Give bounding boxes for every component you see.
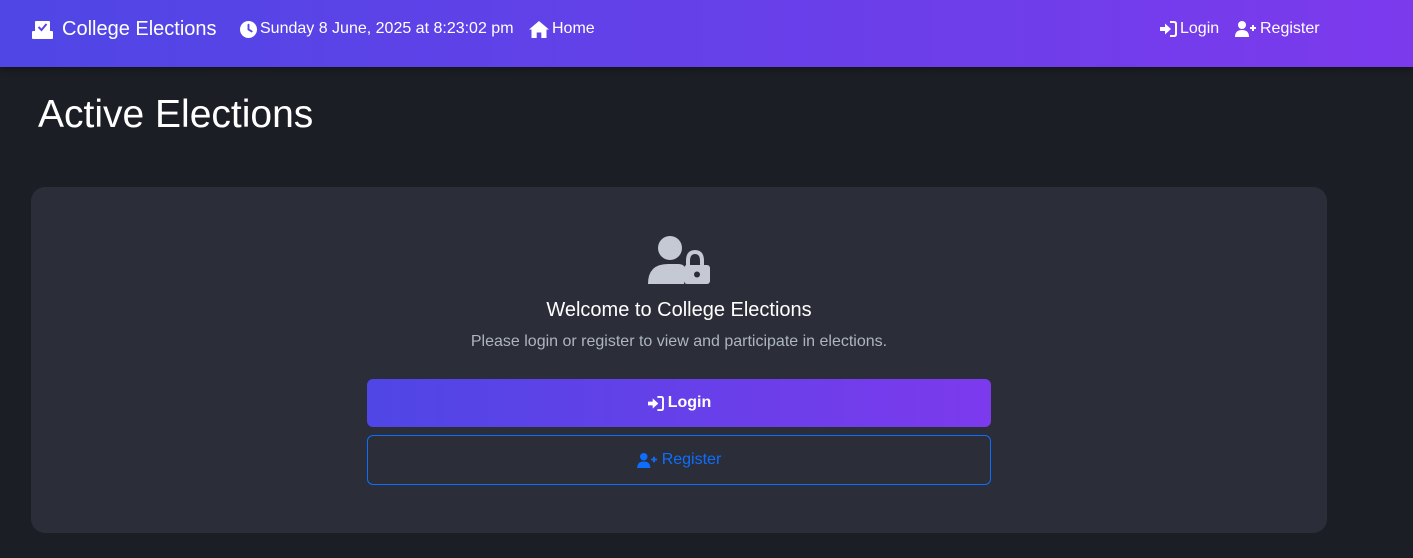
nav-home-link[interactable]: Home (529, 20, 595, 38)
register-button[interactable]: Register (367, 435, 991, 485)
login-button-label: Login (667, 394, 712, 411)
nav-login-label: Login (1180, 20, 1220, 37)
welcome-subtext: Please login or register to view and par… (470, 333, 888, 350)
home-label: Home (552, 20, 595, 37)
top-navbar: College Elections Sunday 8 June, 2025 at… (0, 0, 1413, 67)
datetime-text: Sunday 8 June, 2025 at 8:23:02 pm (260, 20, 514, 37)
user-plus-icon (636, 452, 657, 468)
home-icon (529, 20, 549, 38)
current-datetime: Sunday 8 June, 2025 at 8:23:02 pm (240, 20, 514, 38)
user-lock-icon (648, 236, 710, 284)
sign-in-icon (647, 395, 664, 411)
register-button-label: Register (661, 451, 722, 468)
welcome-heading: Welcome to College Elections (546, 299, 812, 321)
login-button[interactable]: Login (367, 379, 991, 427)
sign-in-icon (1160, 21, 1177, 37)
brand-link[interactable]: College Elections (31, 18, 217, 41)
brand-text: College Elections (62, 18, 217, 40)
clock-icon (240, 20, 257, 38)
page-title: Active Elections (38, 93, 314, 136)
nav-register-link[interactable]: Register (1235, 20, 1320, 38)
nav-login-link[interactable]: Login (1159, 20, 1219, 38)
nav-register-label: Register (1260, 20, 1320, 37)
user-plus-icon (1235, 21, 1256, 37)
ballot-box-icon (32, 20, 53, 39)
